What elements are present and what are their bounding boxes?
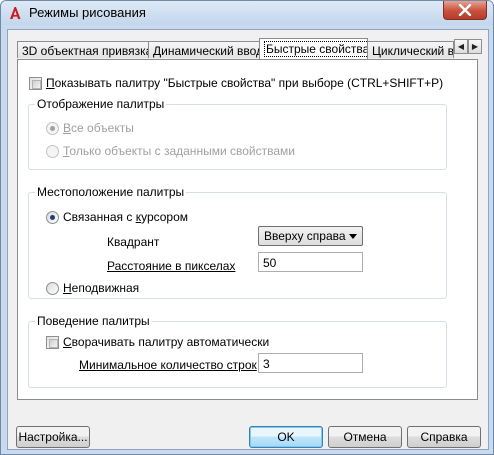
- distance-value: 50: [263, 256, 277, 270]
- quadrant-label: Квадрант: [107, 235, 160, 249]
- all-objects-radio[interactable]: [46, 122, 59, 135]
- cursor-dependent-label[interactable]: Связанная с курсором: [63, 210, 188, 224]
- cursor-dependent-radio[interactable]: [46, 211, 59, 224]
- tab-scroll-left-button[interactable]: ◀: [454, 39, 468, 54]
- dialog-client: 3D объектная привязка Динамический ввод …: [7, 29, 489, 450]
- defined-objects-label[interactable]: Только объекты с заданными свойствами: [63, 144, 295, 158]
- autocad-logo-icon: [10, 7, 21, 19]
- display-group: Отображение палитры Все объекты Только о…: [28, 97, 447, 170]
- cancel-button[interactable]: Отмена: [328, 426, 402, 448]
- tab-label: 3D объектная привязка: [22, 44, 149, 58]
- quadrant-dropdown[interactable]: Вверху справа: [258, 226, 363, 246]
- show-palette-label[interactable]: Показывать палитру "Быстрые свойства" пр…: [46, 76, 443, 90]
- behavior-group: Поведение палитры Сворачивать палитру ав…: [28, 314, 447, 388]
- quadrant-value: Вверху справа: [264, 229, 346, 243]
- arrow-left-icon: ◀: [457, 42, 465, 51]
- location-group: Местоположение палитры Связанная с курсо…: [28, 185, 447, 299]
- display-group-title: Отображение палитры: [35, 97, 167, 111]
- location-group-title: Местоположение палитры: [35, 185, 187, 199]
- auto-collapse-label[interactable]: Сворачивать палитру автоматически: [63, 335, 269, 349]
- static-radio[interactable]: [46, 282, 59, 295]
- options-button[interactable]: Настройка...: [16, 426, 90, 448]
- tab-scroll-right-button[interactable]: ▶: [468, 39, 482, 54]
- arrow-right-icon: ▶: [471, 42, 479, 51]
- chevron-down-icon: [349, 234, 357, 239]
- ok-button[interactable]: OK: [249, 426, 323, 448]
- tab-3d-osnap[interactable]: 3D объектная привязка: [17, 41, 149, 58]
- show-palette-checkbox[interactable]: [29, 77, 42, 90]
- close-icon: [458, 4, 472, 16]
- quick-properties-panel: Показывать палитру "Быстрые свойства" пр…: [17, 59, 478, 400]
- min-rows-input[interactable]: 3: [258, 353, 363, 373]
- min-rows-label: Минимальное количество строк: [79, 358, 257, 372]
- tab-selection-cycling[interactable]: Циклический в: [367, 41, 454, 58]
- window-title: Режимы рисования: [29, 5, 146, 20]
- static-label[interactable]: Неподвижная: [63, 281, 139, 295]
- tab-label: Циклический в: [372, 44, 454, 58]
- dialog-window: Режимы рисования 3D объектная привязка Д…: [0, 0, 494, 455]
- tab-label: Динамический ввод: [153, 44, 260, 58]
- help-button[interactable]: Справка: [407, 426, 481, 448]
- behavior-group-title: Поведение палитры: [35, 314, 152, 328]
- all-objects-label[interactable]: Все объекты: [63, 121, 134, 135]
- tab-dynamic-input[interactable]: Динамический ввод: [148, 41, 260, 58]
- tab-label: Быстрые свойства: [264, 41, 367, 57]
- defined-objects-radio[interactable]: [46, 145, 59, 158]
- distance-input[interactable]: 50: [258, 252, 363, 272]
- title-bar[interactable]: Режимы рисования: [1, 1, 493, 25]
- close-button[interactable]: [443, 1, 487, 20]
- tab-quick-properties[interactable]: Быстрые свойства: [259, 38, 368, 59]
- min-rows-value: 3: [263, 357, 270, 371]
- auto-collapse-checkbox[interactable]: [46, 336, 59, 349]
- distance-label: Расстояние в пикселах: [107, 259, 236, 273]
